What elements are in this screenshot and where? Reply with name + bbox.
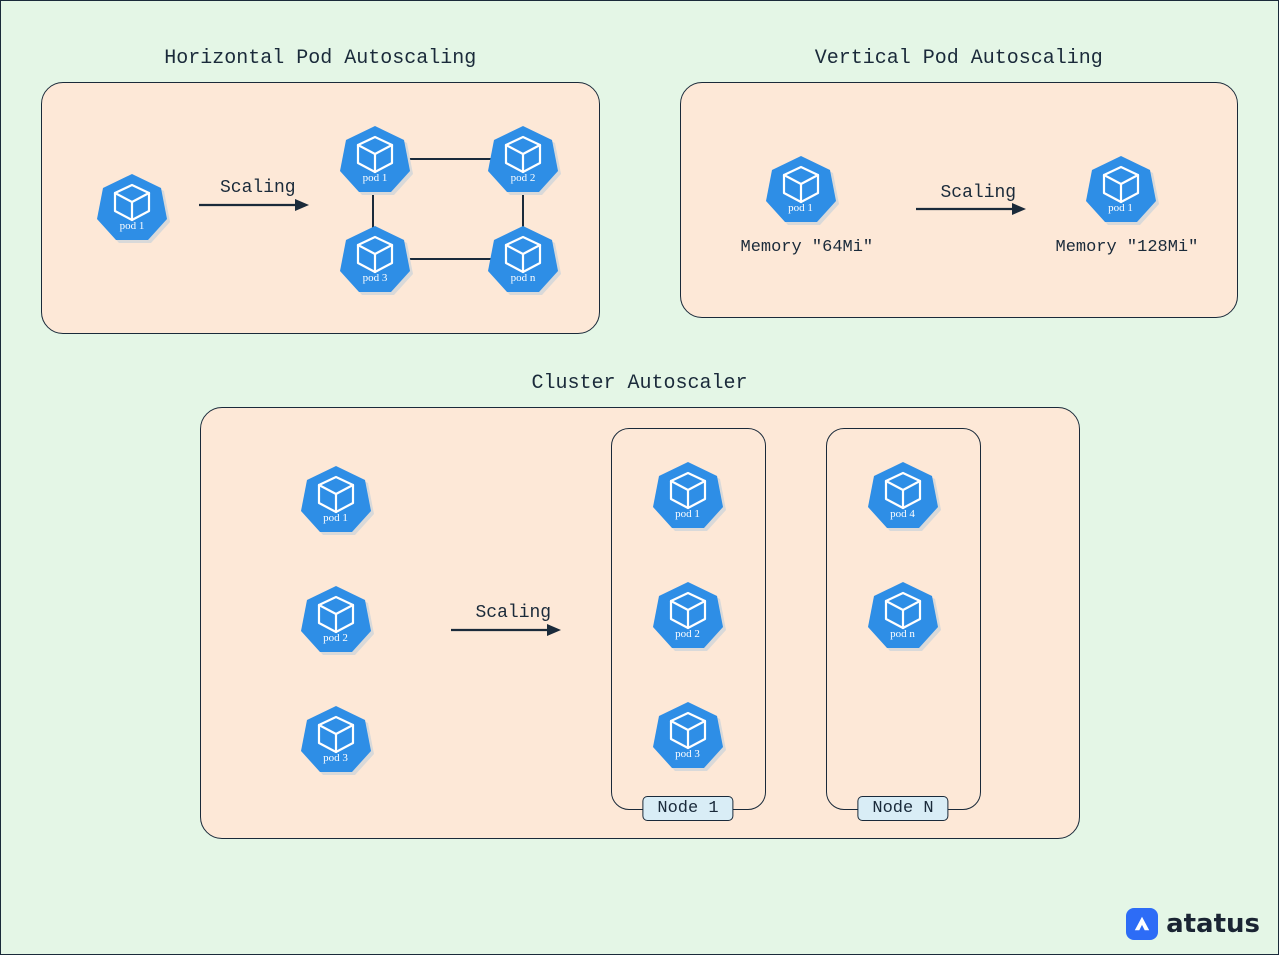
brand-name: atatus [1166, 909, 1260, 939]
node1-pod-3: pod 3 [653, 699, 723, 769]
node-n-label: Node N [857, 796, 948, 821]
ca-scaling-label: Scaling [476, 603, 552, 623]
ca-left-pod-3: pod 3 [301, 703, 371, 773]
vpa-section: Vertical Pod Autoscaling pod 1 Memory "6… [680, 29, 1239, 318]
ca-section: Cluster Autoscaler pod 1 pod 2 pod 3 Sca… [1, 344, 1278, 879]
node1-pod-1: pod 1 [653, 459, 723, 529]
vpa-panel: pod 1 Memory "64Mi" Scaling pod 1 Memory… [680, 82, 1239, 318]
node-n-box: pod 4 pod n Node N [826, 428, 981, 810]
noden-pod-1: pod 4 [868, 459, 938, 529]
hpa-pod-2: pod 2 [488, 123, 558, 193]
hpa-src-pod: pod 1 [97, 171, 167, 241]
ca-panel: pod 1 pod 2 pod 3 Scaling pod 1 pod 2 [200, 407, 1080, 839]
vpa-arrow [916, 203, 1028, 222]
hpa-title: Horizontal Pod Autoscaling [41, 47, 600, 70]
noden-pod-2: pod n [868, 579, 938, 649]
hpa-panel: pod 1 Scaling pod 1 pod 2 pod 3 [41, 82, 600, 334]
ca-left-pod-2: pod 2 [301, 583, 371, 653]
vpa-mem-right: Memory "128Mi" [1056, 238, 1199, 257]
hpa-pod-n: pod n [488, 223, 558, 293]
hpa-scaling-label: Scaling [220, 178, 296, 198]
ca-arrow [451, 624, 563, 643]
hpa-pod-1: pod 1 [340, 123, 410, 193]
brand-logo-icon [1126, 908, 1158, 940]
vpa-mem-left: Memory "64Mi" [741, 238, 874, 257]
vpa-title: Vertical Pod Autoscaling [680, 47, 1239, 70]
hpa-pod-3: pod 3 [340, 223, 410, 293]
brand: atatus [1126, 908, 1260, 940]
vpa-pod-left: pod 1 [766, 153, 836, 223]
ca-title: Cluster Autoscaler [41, 372, 1238, 395]
ca-left-pod-1: pod 1 [301, 463, 371, 533]
hpa-arrow [199, 199, 311, 218]
vpa-scaling-label: Scaling [941, 183, 1017, 203]
vpa-pod-right: pod 1 [1086, 153, 1156, 223]
hpa-section: Horizontal Pod Autoscaling pod 1 Scaling… [41, 29, 600, 334]
node-1-label: Node 1 [642, 796, 733, 821]
node1-pod-2: pod 2 [653, 579, 723, 649]
node-1-box: pod 1 pod 2 pod 3 Node 1 [611, 428, 766, 810]
